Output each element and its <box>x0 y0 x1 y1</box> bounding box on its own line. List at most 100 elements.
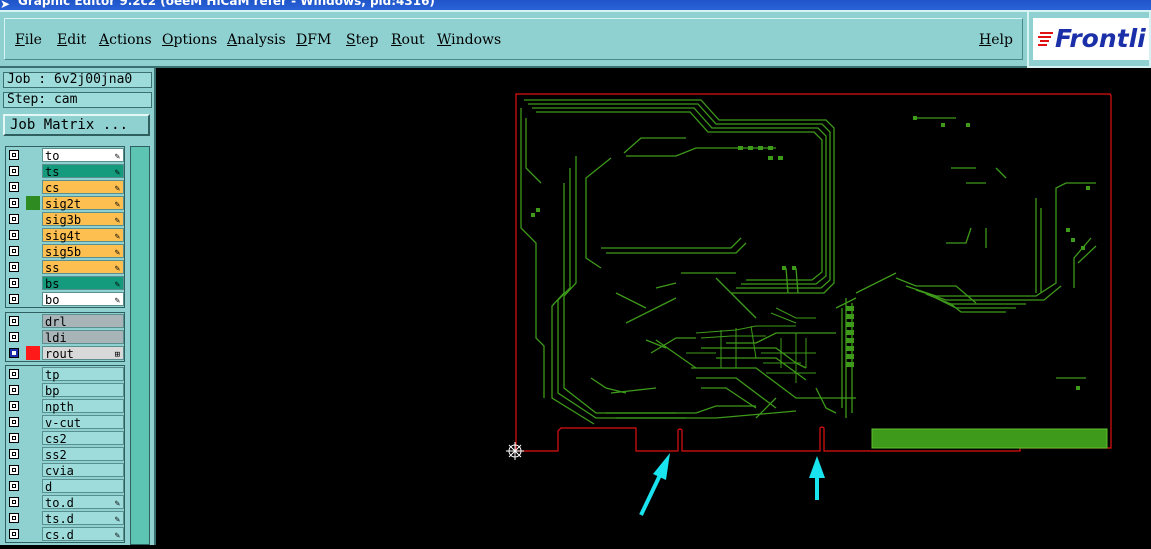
menu-rout[interactable]: Rout <box>391 32 425 48</box>
layer-name[interactable]: to ✎ <box>42 148 124 163</box>
layer-checkbox[interactable] <box>9 230 19 240</box>
layer-name[interactable]: bo ✎ <box>42 292 124 307</box>
layer-checkbox[interactable] <box>9 497 19 507</box>
layer-checkbox[interactable] <box>9 449 19 459</box>
layer-row-rout[interactable]: rout ⊞ <box>6 345 124 361</box>
layer-name[interactable]: tp <box>42 367 124 382</box>
layer-row-sig4t[interactable]: sig4t ✎ <box>6 227 124 243</box>
layer-name[interactable]: ldi <box>42 330 124 345</box>
layer-name[interactable]: to.d ✎ <box>42 495 124 510</box>
menu-windows[interactable]: Windows <box>437 32 501 48</box>
drill-rout-layer-group: drl ldi rout ⊞ <box>5 312 125 362</box>
menu-analysis[interactable]: Analysis <box>227 32 286 48</box>
menu-help[interactable]: Help <box>979 32 1013 48</box>
menu-options[interactable]: Options <box>162 32 217 48</box>
layer-checkbox[interactable] <box>9 529 19 539</box>
layer-checkbox[interactable] <box>9 433 19 443</box>
layer-name[interactable]: cs.d ✎ <box>42 527 124 542</box>
menu-dfm[interactable]: DFM <box>296 32 331 48</box>
layer-row-to[interactable]: to ✎ <box>6 147 124 163</box>
layer-checkbox[interactable] <box>9 481 19 491</box>
layer-row-ts[interactable]: ts ✎ <box>6 163 124 179</box>
graphic-canvas[interactable] <box>156 68 1151 545</box>
layer-name[interactable]: v-cut <box>42 415 124 430</box>
layer-name[interactable]: cs ✎ <box>42 180 124 195</box>
job-field: Job : 6v2j00jna0 <box>3 72 152 88</box>
layer-row-v-cut[interactable]: v-cut <box>6 414 124 430</box>
layer-name[interactable]: sig4t ✎ <box>42 228 124 243</box>
layer-checkbox[interactable] <box>9 198 19 208</box>
layer-name[interactable]: sig3b ✎ <box>42 212 124 227</box>
layer-checkbox[interactable] <box>9 369 19 379</box>
menu-edit[interactable]: Edit <box>57 32 86 48</box>
layer-checkbox[interactable] <box>9 294 19 304</box>
layer-row-bo[interactable]: bo ✎ <box>6 291 124 307</box>
layer-checkbox[interactable] <box>9 278 19 288</box>
edit-pencil-icon: ✎ <box>114 280 120 290</box>
layer-row-cs[interactable]: cs ✎ <box>6 179 124 195</box>
layer-checkbox[interactable] <box>9 262 19 272</box>
layer-row-drl[interactable]: drl <box>6 313 124 329</box>
layer-name[interactable]: d <box>42 479 124 494</box>
layer-row-ldi[interactable]: ldi <box>6 329 124 345</box>
layer-row-d[interactable]: d <box>6 478 124 494</box>
layer-row-sig3b[interactable]: sig3b ✎ <box>6 211 124 227</box>
layer-name[interactable]: bp <box>42 383 124 398</box>
layer-row-ss[interactable]: ss ✎ <box>6 259 124 275</box>
menu-file[interactable]: File <box>15 32 42 48</box>
pcb-drawing <box>506 93 1112 516</box>
job-matrix-button[interactable]: Job Matrix ... <box>3 114 150 136</box>
layer-color-swatch <box>26 346 40 360</box>
layer-name[interactable]: cs2 <box>42 431 124 446</box>
layer-name[interactable]: bs ✎ <box>42 276 124 291</box>
layer-list-scrollbar[interactable] <box>130 146 150 545</box>
layer-row-ts-d[interactable]: ts.d ✎ <box>6 510 124 526</box>
layer-name[interactable]: sig2t ✎ <box>42 196 124 211</box>
layer-checkbox[interactable] <box>9 348 19 358</box>
layer-row-bs[interactable]: bs ✎ <box>6 275 124 291</box>
layer-name[interactable]: sig5b ✎ <box>42 244 124 259</box>
layer-checkbox[interactable] <box>9 513 19 523</box>
layer-name[interactable]: rout ⊞ <box>42 346 124 361</box>
layer-row-cs-d[interactable]: cs.d ✎ <box>6 526 124 542</box>
layer-name[interactable]: cvia <box>42 463 124 478</box>
layer-name[interactable]: drl <box>42 314 124 329</box>
layer-row-cs2[interactable]: cs2 <box>6 430 124 446</box>
layer-color-swatch <box>26 196 40 210</box>
layer-row-tp[interactable]: tp <box>6 366 124 382</box>
mouse-cursor-icon: ➤ <box>0 0 11 10</box>
layer-name[interactable]: ts.d ✎ <box>42 511 124 526</box>
window-title: Graphic Editor 9.2c2 (oeeM HiCaM refer -… <box>18 0 435 8</box>
layer-name[interactable]: ss2 <box>42 447 124 462</box>
logo-text: Frontli <box>1055 24 1146 53</box>
layer-checkbox[interactable] <box>9 150 19 160</box>
menu-step[interactable]: Step <box>346 32 378 48</box>
layer-name[interactable]: npth <box>42 399 124 414</box>
menu-actions[interactable]: Actions <box>99 32 152 48</box>
layer-row-bp[interactable]: bp <box>6 382 124 398</box>
layer-checkbox[interactable] <box>9 385 19 395</box>
layer-checkbox[interactable] <box>9 316 19 326</box>
layer-checkbox[interactable] <box>9 214 19 224</box>
layer-name[interactable]: ss ✎ <box>42 260 124 275</box>
annotation-arrows <box>639 453 825 516</box>
layer-row-sig2t[interactable]: sig2t ✎ <box>6 195 124 211</box>
layer-name[interactable]: ts ✎ <box>42 164 124 179</box>
edit-pencil-icon: ✎ <box>114 531 120 541</box>
layer-checkbox[interactable] <box>9 401 19 411</box>
edit-pencil-icon: ✎ <box>114 248 120 258</box>
layer-row-sig5b[interactable]: sig5b ✎ <box>6 243 124 259</box>
layer-checkbox[interactable] <box>9 332 19 342</box>
edit-pencil-icon: ✎ <box>114 184 120 194</box>
layer-checkbox[interactable] <box>9 465 19 475</box>
layer-row-ss2[interactable]: ss2 <box>6 446 124 462</box>
layer-panel: Job : 6v2j00jna0 Step: cam Job Matrix ..… <box>0 68 156 545</box>
edit-pencil-icon: ✎ <box>114 296 120 306</box>
layer-checkbox[interactable] <box>9 246 19 256</box>
layer-checkbox[interactable] <box>9 182 19 192</box>
layer-row-cvia[interactable]: cvia <box>6 462 124 478</box>
layer-row-npth[interactable]: npth <box>6 398 124 414</box>
layer-checkbox[interactable] <box>9 166 19 176</box>
layer-row-to-d[interactable]: to.d ✎ <box>6 494 124 510</box>
layer-checkbox[interactable] <box>9 417 19 427</box>
